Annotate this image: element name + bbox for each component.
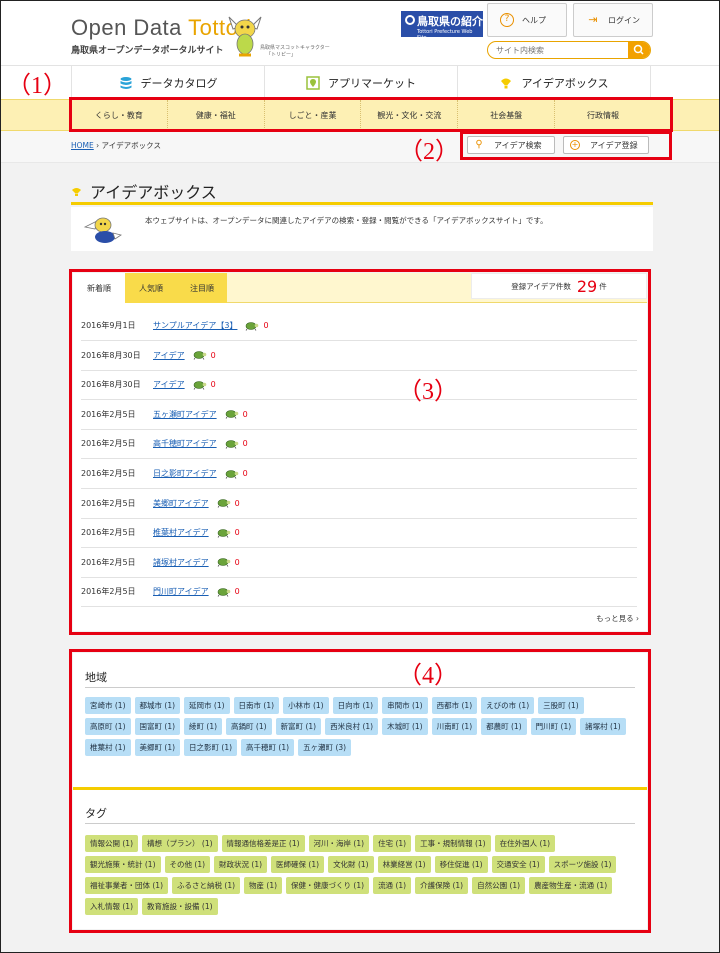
nav-app-market-label: アプリマーケット bbox=[328, 76, 416, 90]
mascot-image bbox=[228, 16, 262, 57]
mascot-caption-line2: 「トリピー」 bbox=[266, 52, 297, 58]
mascot-caption: 鳥取県マスコットキャラクター 「トリピー」 bbox=[260, 45, 330, 59]
annotation-label-2: （2） bbox=[399, 139, 459, 165]
help-label: ヘルプ bbox=[522, 15, 546, 25]
breadcrumb-home-link[interactable]: HOME bbox=[71, 141, 94, 150]
login-icon: ⇥ bbox=[588, 13, 598, 26]
annotation-box-2 bbox=[460, 131, 672, 160]
annotation-label-3: （3） bbox=[398, 379, 458, 405]
breadcrumb-separator: › bbox=[93, 141, 102, 150]
breadcrumb-current: アイデアボックス bbox=[101, 141, 161, 150]
question-icon: ? bbox=[500, 13, 514, 27]
intro-box: 本ウェブサイトは、オープンデータに関連したアイデアの検索・登録・閲覧ができる「ア… bbox=[71, 207, 653, 251]
login-label: ログイン bbox=[608, 15, 640, 25]
database-icon bbox=[120, 76, 131, 89]
intro-text: 本ウェブサイトは、オープンデータに関連したアイデアの検索・登録・閲覧ができる「ア… bbox=[145, 216, 548, 225]
help-button[interactable]: ? ヘルプ bbox=[487, 3, 567, 37]
search-icon bbox=[633, 44, 644, 55]
logo-text-open-data: Open Data bbox=[71, 15, 189, 40]
page-title: アイデアボックス bbox=[71, 179, 217, 203]
page-title-text: アイデアボックス bbox=[90, 183, 217, 202]
site-search-button[interactable] bbox=[628, 42, 650, 58]
nav-idea-box-label: アイデアボックス bbox=[521, 76, 609, 90]
nav-data-catalog[interactable]: データカタログ bbox=[71, 66, 264, 99]
main-navigation: データカタログ アプリマーケット アイデアボックス bbox=[1, 65, 719, 99]
site-header: Open Data Tottori 鳥取県オープンデータポータルサイト 鳥取県マ… bbox=[1, 1, 719, 65]
title-underline bbox=[71, 202, 653, 205]
prefecture-link-sublabel: Tottori Prefecture Web Site bbox=[417, 29, 473, 41]
nav-idea-box[interactable]: アイデアボックス bbox=[457, 66, 651, 99]
mascot-caption-line1: 鳥取県マスコットキャラクター bbox=[260, 45, 330, 51]
annotation-box-3 bbox=[69, 269, 651, 635]
annotation-label-4: （4） bbox=[398, 663, 458, 689]
breadcrumb: HOME › アイデアボックス bbox=[71, 140, 161, 151]
annotation-box-1 bbox=[69, 97, 673, 132]
lightbulb-icon bbox=[72, 187, 81, 196]
nav-data-catalog-label: データカタログ bbox=[140, 76, 218, 90]
site-search bbox=[487, 41, 651, 59]
annotation-box-4 bbox=[69, 649, 651, 933]
mascot-image bbox=[83, 217, 122, 243]
prefecture-emblem-icon bbox=[405, 15, 415, 25]
map-pin-icon bbox=[306, 75, 320, 90]
site-search-input[interactable] bbox=[488, 42, 626, 58]
prefecture-intro-link[interactable]: 鳥取県の紹介 Tottori Prefecture Web Site bbox=[401, 11, 483, 41]
annotation-label-1: （1） bbox=[7, 73, 67, 99]
lightbulb-icon bbox=[501, 78, 512, 88]
login-button[interactable]: ⇥ ログイン bbox=[573, 3, 653, 37]
nav-app-market[interactable]: アプリマーケット bbox=[264, 66, 457, 99]
